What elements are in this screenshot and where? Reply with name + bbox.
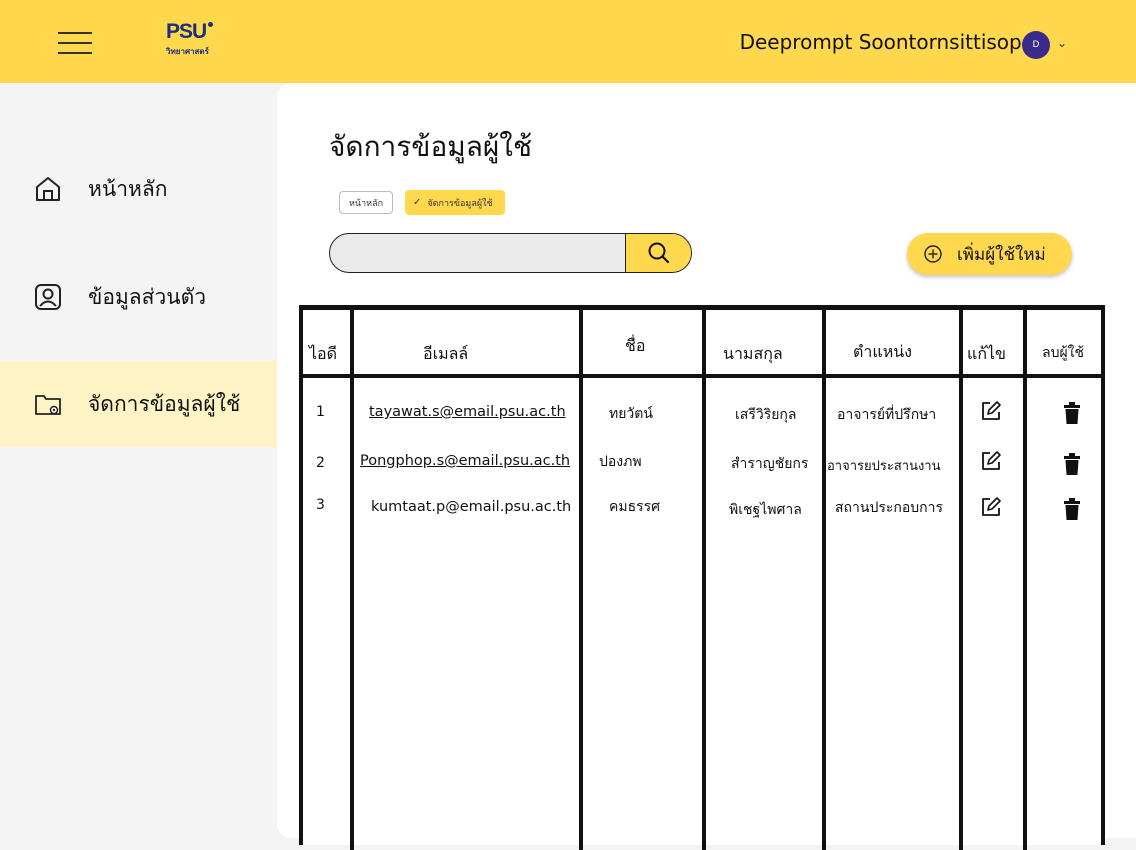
- table-cell-email[interactable]: tayawat.s@email.psu.ac.th: [369, 404, 566, 420]
- table-cell-last-name: พิเชฐไพศาล: [729, 502, 802, 518]
- plus-circle-icon: [924, 245, 942, 263]
- trash-icon[interactable]: [1064, 402, 1080, 424]
- header-first-name: ชื่อ: [625, 336, 646, 355]
- sidebar-item-user-management[interactable]: จัดการข้อมูลผู้ใช้: [0, 361, 278, 447]
- hamburger-menu-icon[interactable]: [58, 30, 92, 56]
- header-last-name: นามสกุล: [723, 344, 783, 363]
- header-email: อีเมลล์: [423, 344, 469, 363]
- main-panel: จัดการข้อมูลผู้ใช้ หน้าหลัก ✓ จัดการข้อม…: [277, 83, 1136, 850]
- search-bar: [329, 233, 692, 273]
- header-divider: [303, 374, 1101, 378]
- search-button[interactable]: [625, 234, 691, 272]
- table-cell-position: อาจารยประสานงาน: [827, 459, 941, 474]
- psu-logo[interactable]: PSU วิทยาศาสตร์: [166, 21, 236, 68]
- table-cell-email[interactable]: Pongphop.s@email.psu.ac.th: [360, 453, 570, 469]
- user-name: Deeprompt Soontornsittisopa: [739, 30, 1034, 54]
- sidebar: หน้าหลัก ข้อมูลส่วนตัว จัดการข้อมูลผู้ใช…: [0, 83, 278, 839]
- chevron-down-icon[interactable]: ⌄: [1057, 36, 1067, 50]
- table-cell-last-name: เสรีวิริยกุล: [735, 407, 797, 423]
- breadcrumb-label: จัดการข้อมูลผู้ใช้: [427, 198, 493, 209]
- sidebar-item-profile[interactable]: ข้อมูลส่วนตัว: [0, 254, 278, 340]
- table-cell-id: 2: [316, 455, 325, 471]
- trash-icon[interactable]: [1064, 498, 1080, 520]
- table-cell-position: อาจารย์ที่ปรึกษา: [837, 407, 937, 423]
- header-id: ไอดี: [309, 344, 338, 363]
- table-cell-first-name: คมธรรศ: [609, 499, 661, 515]
- table-cell-email[interactable]: kumtaat.p@email.psu.ac.th: [371, 499, 571, 515]
- add-user-button[interactable]: เพิ่มผู้ใช้ใหม่: [907, 233, 1072, 275]
- header-delete: ลบผู้ใช้: [1042, 345, 1085, 361]
- top-bar: PSU วิทยาศาสตร์ Deeprompt Soontornsittis…: [0, 0, 1136, 83]
- sidebar-item-label: หน้าหลัก: [88, 176, 168, 201]
- table-cell-position: สถานประกอบการ: [835, 500, 944, 516]
- column-divider: [1023, 310, 1027, 850]
- table-cell-last-name: สำราญชัยกร: [731, 456, 809, 472]
- page-title: จัดการข้อมูลผู้ใช้: [329, 130, 532, 163]
- header-position: ตำแหน่ง: [853, 342, 912, 361]
- column-divider: [579, 310, 583, 850]
- search-icon: [648, 242, 670, 264]
- column-divider: [959, 310, 963, 850]
- check-icon: ✓: [413, 197, 422, 208]
- home-icon: [36, 177, 60, 201]
- table-cell-first-name: ปองภพ: [599, 454, 642, 470]
- sidebar-item-home[interactable]: หน้าหลัก: [0, 146, 278, 232]
- table-cell-first-name: ทยวัตน์: [609, 406, 653, 422]
- search-input[interactable]: [330, 234, 630, 272]
- column-divider: [822, 310, 826, 850]
- folder-settings-icon: [35, 395, 61, 415]
- table-cell-id: 3: [316, 497, 325, 513]
- header-edit: แก้ไข: [967, 344, 1006, 363]
- users-table: ไอดี อีเมลล์ ชื่อ นามสกุล ตำแหน่ง แก้ไข …: [299, 305, 1105, 850]
- add-user-label: เพิ่มผู้ใช้ใหม่: [957, 244, 1046, 265]
- column-divider: [702, 310, 706, 850]
- sidebar-item-label: จัดการข้อมูลผู้ใช้: [88, 391, 241, 416]
- breadcrumb-home[interactable]: หน้าหลัก: [339, 191, 394, 214]
- breadcrumb-current[interactable]: ✓ จัดการข้อมูลผู้ใช้: [405, 190, 505, 215]
- edit-icon[interactable]: [980, 496, 1002, 518]
- sidebar-item-label: ข้อมูลส่วนตัว: [88, 284, 207, 309]
- edit-icon[interactable]: [980, 400, 1002, 422]
- user-profile-icon: [35, 284, 61, 310]
- column-divider: [350, 310, 354, 850]
- edit-icon[interactable]: [980, 450, 1002, 472]
- avatar[interactable]: D: [1022, 31, 1050, 59]
- table-cell-id: 1: [316, 404, 325, 420]
- trash-icon[interactable]: [1064, 453, 1080, 475]
